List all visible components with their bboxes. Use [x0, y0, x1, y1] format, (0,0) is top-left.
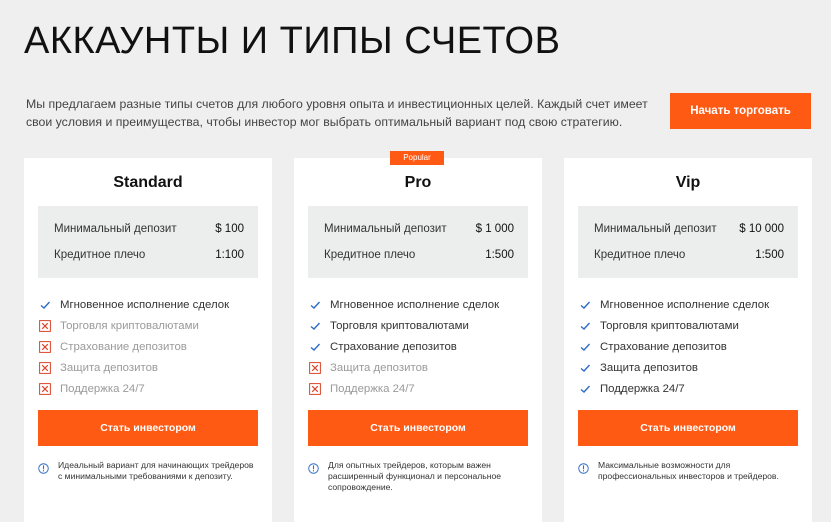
feature-item: Торговля криптовалютами — [39, 315, 229, 336]
feature-label: Мгновенное исполнение сделок — [60, 298, 230, 311]
feature-item: Поддержка 24/7 — [309, 378, 499, 399]
feature-item: Защита депозитов — [579, 357, 769, 378]
plan-name: Standard — [113, 174, 183, 191]
feature-item: Торговля криптовалютами — [579, 315, 769, 336]
feature-label: Торговля криптовалютами — [600, 319, 739, 332]
leverage-label: Кредитное плечо — [54, 249, 146, 261]
cross-icon — [309, 382, 321, 395]
leverage-value: 1:500 — [485, 249, 514, 261]
cross-icon — [39, 340, 51, 353]
feature-label: Страхование депозитов — [600, 340, 727, 353]
feature-list: Мгновенное исполнение сделок Торговля кри… — [309, 294, 499, 399]
plan-note: Максимальные возможности для профессиона… — [578, 460, 800, 482]
feature-item: Страхование депозитов — [39, 336, 229, 357]
plan-note-text: Максимальные возможности для профессиона… — [598, 460, 779, 481]
min-deposit-value: $ 10 000 — [739, 223, 784, 235]
feature-label: Защита депозитов — [60, 361, 158, 374]
cross-icon — [39, 361, 51, 374]
feature-item: Защита депозитов — [309, 357, 499, 378]
feature-label: Страхование депозитов — [330, 340, 457, 353]
popular-badge: Popular — [390, 151, 444, 165]
plan-card-pro: Popular Pro Минимальный депозит $ 1 000 К… — [294, 151, 542, 522]
plan-name: Vip — [675, 174, 701, 191]
feature-label: Поддержка 24/7 — [60, 382, 145, 395]
min-deposit-label: Минимальный депозит — [594, 223, 717, 235]
feature-item: Поддержка 24/7 — [579, 378, 769, 399]
cross-icon — [39, 382, 51, 395]
leverage-row: Кредитное плечо 1:100 — [54, 242, 244, 268]
plan-note-text: Для опытных трейдеров, которым важен рас… — [328, 460, 502, 492]
feature-label: Страхование депозитов — [60, 340, 187, 353]
feature-item: Поддержка 24/7 — [39, 378, 229, 399]
min-deposit-label: Минимальный депозит — [54, 223, 177, 235]
check-icon — [309, 341, 321, 353]
feature-label: Поддержка 24/7 — [330, 382, 415, 395]
check-icon — [579, 341, 591, 353]
plan-note-text: Идеальный вариант для начинающих трейдер… — [58, 460, 254, 481]
become-investor-button[interactable]: Стать инвестором — [308, 410, 528, 446]
feature-item: Страхование депозитов — [309, 336, 499, 357]
check-icon — [579, 383, 591, 395]
feature-label: Мгновенное исполнение сделок — [600, 298, 770, 311]
min-deposit-row: Минимальный депозит $ 100 — [54, 216, 244, 242]
feature-item: Страхование депозитов — [579, 336, 769, 357]
check-icon — [309, 320, 321, 332]
feature-list: Мгновенное исполнение сделок Торговля кри… — [39, 294, 229, 399]
check-icon — [579, 362, 591, 374]
info-icon — [38, 461, 49, 474]
feature-label: Защита депозитов — [600, 361, 698, 374]
check-icon — [579, 320, 591, 332]
min-deposit-row: Минимальный депозит $ 1 000 — [324, 216, 514, 242]
feature-label: Поддержка 24/7 — [600, 382, 685, 395]
become-investor-button[interactable]: Стать инвестором — [578, 410, 798, 446]
cross-icon — [309, 361, 321, 374]
intro-text: Мы предлагаем разные типы счетов для люб… — [26, 97, 648, 129]
leverage-value: 1:100 — [215, 249, 244, 261]
feature-label: Защита депозитов — [330, 361, 428, 374]
leverage-label: Кредитное плечо — [324, 249, 416, 261]
min-deposit-label: Минимальный депозит — [324, 223, 447, 235]
check-icon — [309, 299, 321, 311]
check-icon — [39, 299, 51, 311]
leverage-row: Кредитное плечо 1:500 — [594, 242, 784, 268]
feature-item: Мгновенное исполнение сделок — [39, 294, 229, 315]
plan-note: Идеальный вариант для начинающих трейдер… — [38, 460, 260, 482]
feature-label: Торговля криптовалютами — [330, 319, 469, 332]
plan-name: Pro — [404, 174, 432, 191]
plan-card-standard: Standard Минимальный депозит $ 100 Креди… — [24, 158, 272, 522]
page-title: АККАУНТЫ И ТИПЫ СЧЕТОВ — [24, 20, 561, 62]
leverage-value: 1:500 — [755, 249, 784, 261]
feature-item: Мгновенное исполнение сделок — [309, 294, 499, 315]
info-icon — [308, 461, 319, 474]
min-deposit-value: $ 100 — [215, 223, 244, 235]
min-deposit-value: $ 1 000 — [475, 223, 514, 235]
feature-label: Торговля криптовалютами — [60, 319, 199, 332]
min-deposit-row: Минимальный депозит $ 10 000 — [594, 216, 784, 242]
leverage-row: Кредитное плечо 1:500 — [324, 242, 514, 268]
plan-card-vip: Vip Минимальный депозит $ 10 000 Кредитн… — [564, 158, 812, 522]
feature-label: Мгновенное исполнение сделок — [330, 298, 500, 311]
feature-item: Защита депозитов — [39, 357, 229, 378]
check-icon — [579, 299, 591, 311]
plan-specs: Минимальный депозит $ 1 000 Кредитное пл… — [308, 206, 528, 278]
leverage-label: Кредитное плечо — [594, 249, 686, 261]
become-investor-button[interactable]: Стать инвестором — [38, 410, 258, 446]
cross-icon — [39, 319, 51, 332]
feature-list: Мгновенное исполнение сделок Торговля кри… — [579, 294, 769, 399]
feature-item: Мгновенное исполнение сделок — [579, 294, 769, 315]
feature-item: Торговля криптовалютами — [309, 315, 499, 336]
info-icon — [578, 461, 589, 474]
plan-note: Для опытных трейдеров, которым важен рас… — [308, 460, 530, 493]
plan-specs: Минимальный депозит $ 100 Кредитное плеч… — [38, 206, 258, 278]
start-trading-button[interactable]: Начать торговать — [670, 93, 811, 129]
plan-specs: Минимальный депозит $ 10 000 Кредитное п… — [578, 206, 798, 278]
